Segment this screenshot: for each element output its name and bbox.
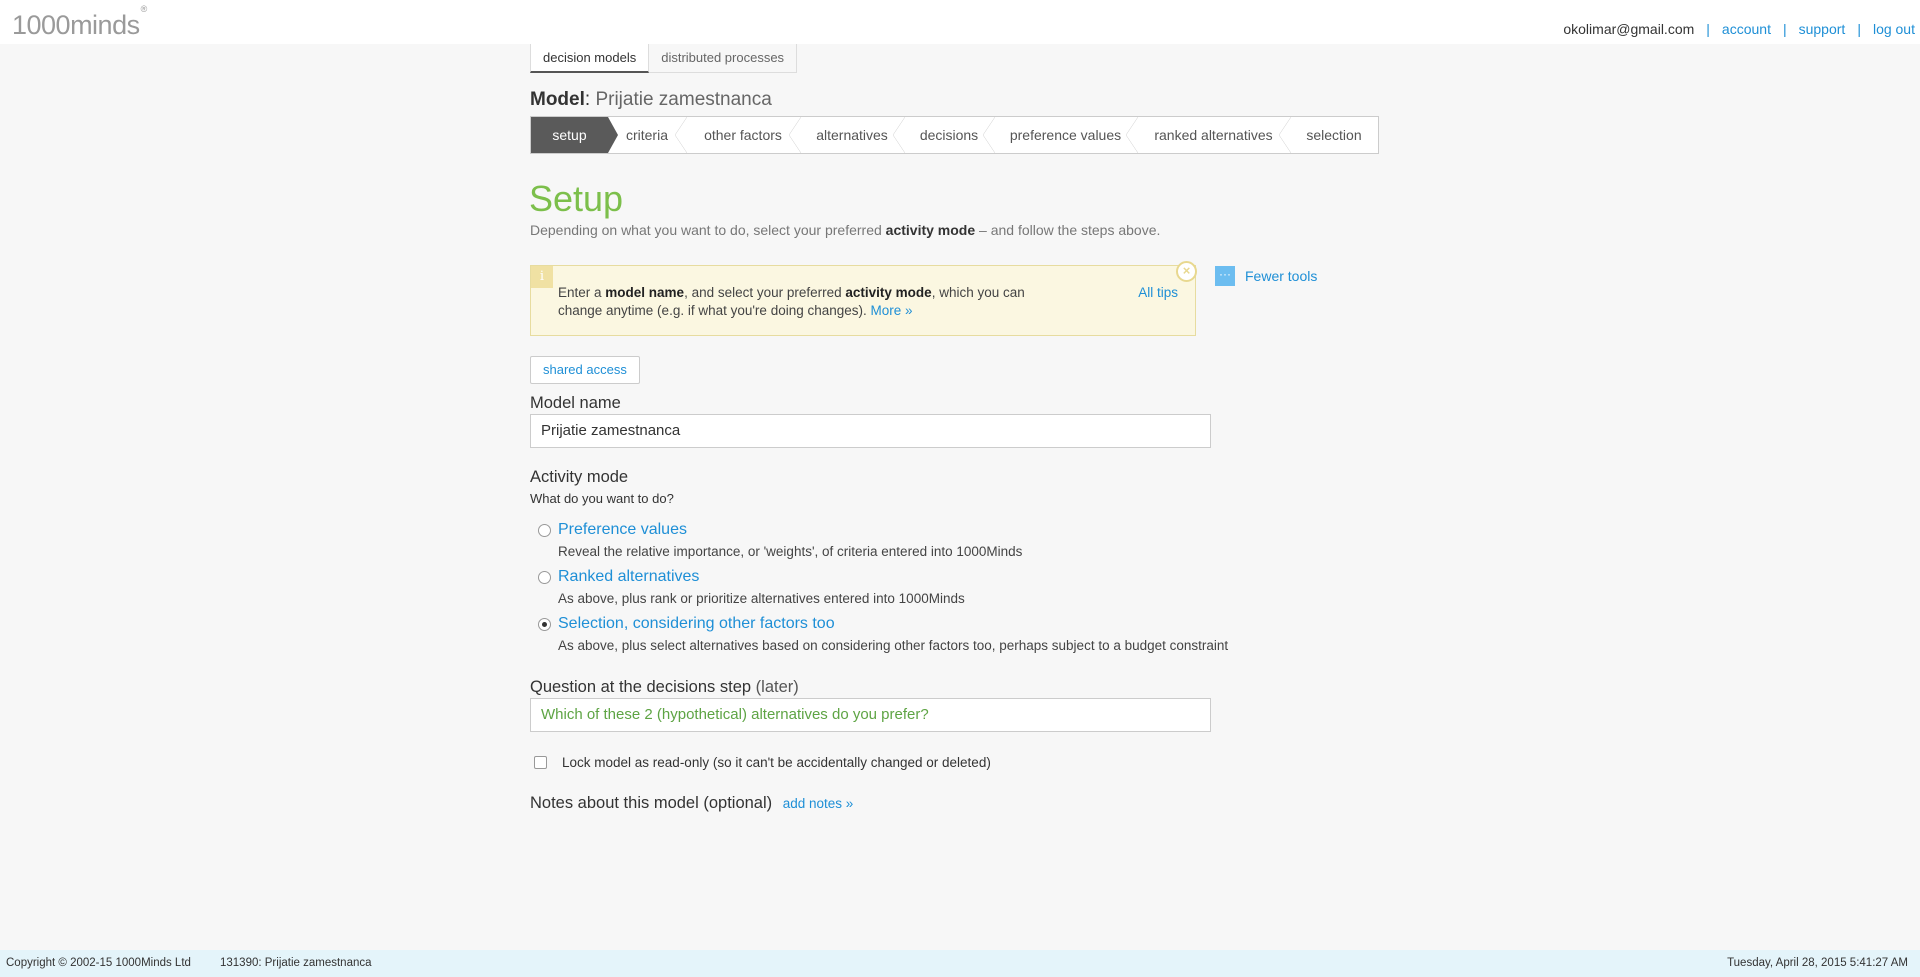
close-icon[interactable]: × <box>1176 261 1197 282</box>
question-label: Question at the decisions step (later) <box>530 678 799 696</box>
step-alternatives[interactable]: alternatives <box>800 117 905 153</box>
option-description: Reveal the relative importance, or 'weig… <box>558 544 1023 559</box>
tip-more-link[interactable]: More » <box>871 303 913 318</box>
model-name-input[interactable]: Prijatie zamestnanca <box>530 414 1211 448</box>
step-preference-values[interactable]: preference values <box>994 117 1138 153</box>
step-decisions[interactable]: decisions <box>904 117 995 153</box>
model-reference: 131390: Prijatie zamestnanca <box>220 957 372 969</box>
user-email: okolimar@gmail.com <box>1563 21 1695 37</box>
more-icon: ··· <box>1215 266 1235 286</box>
radio-preference-values[interactable] <box>538 524 551 537</box>
notes-label: Notes about this model <box>530 794 699 812</box>
radio-ranked-alternatives[interactable] <box>538 571 551 584</box>
page-title: Setup <box>529 178 624 219</box>
lock-model-row[interactable]: Lock model as read-only (so it can't be … <box>534 755 991 770</box>
option-title[interactable]: Preference values <box>558 521 687 539</box>
support-link[interactable]: support <box>1799 21 1846 37</box>
option-title[interactable]: Ranked alternatives <box>558 568 699 586</box>
app-logo[interactable]: 1000minds® <box>12 4 147 41</box>
question-input[interactable]: Which of these 2 (hypothetical) alternat… <box>530 698 1211 732</box>
tip-text: Enter a model name, and select your pref… <box>558 285 1025 318</box>
info-icon: i <box>531 266 553 288</box>
datetime: Tuesday, April 28, 2015 5:41:27 AM <box>1727 957 1908 969</box>
logout-link[interactable]: log out <box>1873 21 1915 37</box>
step-criteria[interactable]: criteria <box>608 117 687 153</box>
all-tips-link[interactable]: All tips <box>1138 285 1178 300</box>
add-notes-link[interactable]: add notes » <box>783 796 854 811</box>
activity-mode-label: Activity mode <box>530 468 629 486</box>
shared-access-button[interactable]: shared access <box>530 356 640 384</box>
tip-box: i Enter a model name, and select your pr… <box>530 261 1197 336</box>
model-name-label: Model name <box>530 394 621 412</box>
footer: Copyright © 2002-15 1000Minds Ltd 131390… <box>0 950 1920 977</box>
step-setup[interactable]: setup <box>531 117 618 153</box>
fewer-tools-toggle[interactable]: ··· Fewer tools <box>1215 266 1317 286</box>
account-link[interactable]: account <box>1722 21 1771 37</box>
tab-decision-models[interactable]: decision models <box>530 44 650 73</box>
step-other-factors[interactable]: other factors <box>686 117 801 153</box>
copyright: Copyright © 2002-15 1000Minds Ltd <box>6 957 191 969</box>
notes-optional: (optional) <box>703 794 773 812</box>
model-title: Model: Prijatie zamestnanca <box>530 89 772 110</box>
module-tabs: decision models distributed processes <box>530 44 798 73</box>
lock-model-label[interactable]: Lock model as read-only (so it can't be … <box>562 755 991 770</box>
fewer-tools-label[interactable]: Fewer tools <box>1245 268 1317 284</box>
option-title[interactable]: Selection, considering other factors too <box>558 615 835 633</box>
option-description: As above, plus rank or prioritize altern… <box>558 591 965 606</box>
option-description: As above, plus select alternatives based… <box>558 638 1229 653</box>
tab-distributed-processes[interactable]: distributed processes <box>649 44 798 73</box>
page-subtitle: Depending on what you want to do, select… <box>530 222 1161 238</box>
lock-model-checkbox[interactable] <box>534 756 547 769</box>
user-nav: okolimar@gmail.com | account | support |… <box>1563 21 1915 37</box>
step-bar: setup criteria other factors alternative… <box>530 116 1379 154</box>
radio-selection[interactable] <box>538 618 551 631</box>
activity-mode-helper: What do you want to do? <box>530 491 674 506</box>
notes-section: Notes about this model (optional) add no… <box>530 794 853 813</box>
step-selection[interactable]: selection <box>1290 117 1378 153</box>
step-ranked-alternatives[interactable]: ranked alternatives <box>1137 117 1291 153</box>
top-bar: 1000minds® okolimar@gmail.com | account … <box>0 0 1920 44</box>
